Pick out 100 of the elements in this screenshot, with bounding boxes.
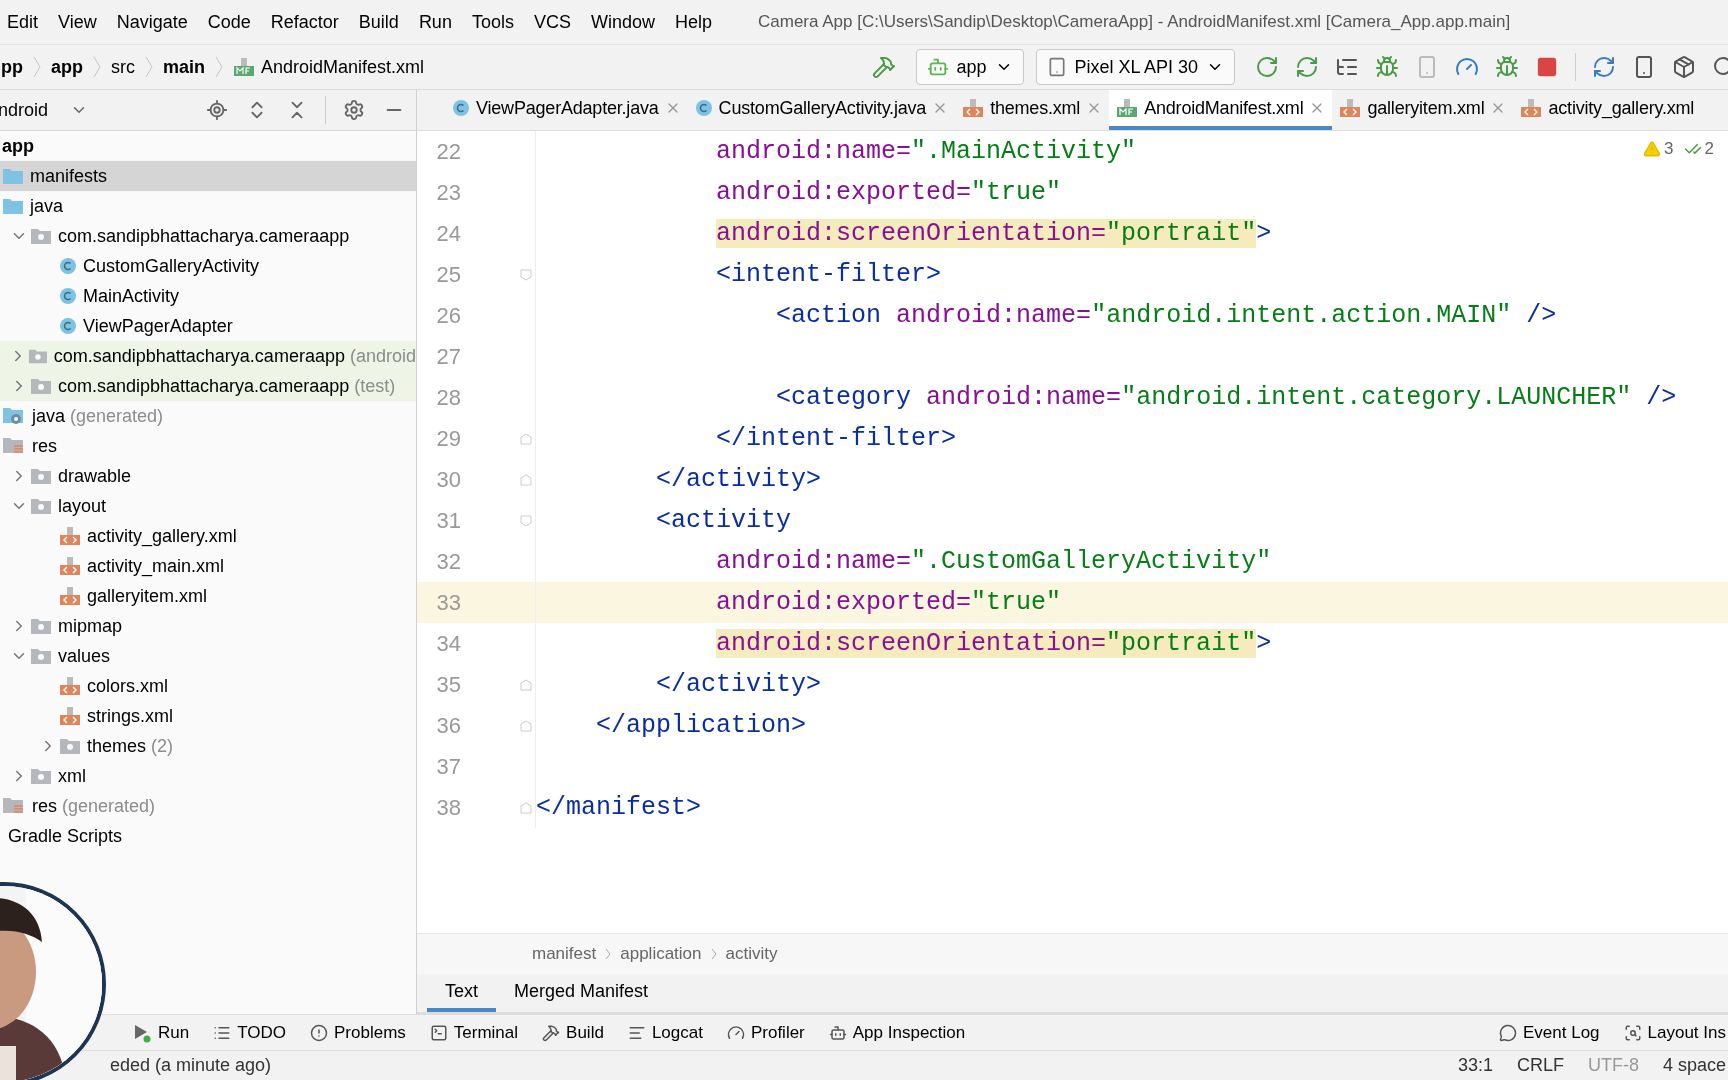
run-config-dropdown[interactable]: app [915, 49, 1024, 85]
tool-window-button[interactable]: Run [120, 1022, 202, 1043]
menu-item[interactable]: Navigate [106, 11, 198, 33]
fold-marker-icon[interactable] [520, 801, 532, 814]
class-icon [452, 99, 470, 117]
code-line: </activity> [655, 670, 822, 699]
tree-item[interactable]: Gradle Scripts [0, 821, 416, 851]
tool-window-button[interactable]: Problems [298, 1022, 418, 1043]
editor-tab[interactable]: CustomGalleryActivity.java [687, 90, 956, 130]
tool-window-button[interactable]: App Inspection [816, 1022, 978, 1043]
menu-item[interactable]: VCS [523, 11, 581, 33]
tool-window-button[interactable]: Terminal [417, 1022, 531, 1043]
editor-tab[interactable]: activity_gallery.xml [1513, 90, 1702, 130]
tree-item[interactable]: values [0, 641, 416, 671]
line-number: 34 [435, 630, 461, 657]
tree-item[interactable]: res [0, 431, 416, 461]
tree-item[interactable]: manifests [0, 161, 416, 191]
code-line: </manifest> [536, 793, 702, 822]
tree-item[interactable]: colors.xml [0, 671, 416, 701]
folder-icon [27, 347, 48, 365]
fold-marker-icon[interactable] [520, 432, 532, 445]
tree-item[interactable]: activity_main.xml [0, 551, 416, 581]
tree-item[interactable]: com.sandipbhattacharya.cameraapp (android [0, 341, 416, 371]
tool-window-button[interactable]: TODO [201, 1022, 298, 1043]
tree-item[interactable]: java (generated) [0, 401, 416, 431]
fold-marker-icon[interactable] [520, 719, 532, 732]
xml-file-icon [59, 526, 81, 546]
class-icon [694, 99, 713, 117]
tree-item[interactable]: activity_gallery.xml [0, 521, 416, 551]
menu-item[interactable]: Help [665, 11, 722, 33]
tree-item[interactable]: com.sandipbhattacharya.cameraapp [0, 221, 416, 251]
fold-marker-icon[interactable] [520, 473, 532, 486]
xml-file-icon [1520, 98, 1543, 118]
breadcrumb-item[interactable]: application [620, 944, 702, 964]
breadcrumb-item[interactable]: AndroidManifest.xml [233, 56, 425, 78]
menu-item[interactable]: View [48, 11, 107, 33]
breadcrumb-item[interactable]: app [51, 56, 83, 78]
tree-item[interactable]: res (generated) [0, 791, 416, 821]
menu-item[interactable]: Build [348, 11, 409, 33]
line-number: 23 [435, 179, 461, 206]
indent-setting[interactable]: 4 space [1662, 1055, 1726, 1076]
xml-file-icon [59, 706, 81, 726]
editor-tab[interactable]: AndroidManifest.xml [1109, 90, 1333, 130]
tool-window-button[interactable]: Build [530, 1022, 616, 1043]
tree-item[interactable]: java [0, 191, 416, 221]
breadcrumb-item[interactable]: main [163, 56, 206, 78]
tree-item[interactable]: com.sandipbhattacharya.cameraapp (test) [0, 371, 416, 401]
breadcrumb-item[interactable]: activity [725, 944, 778, 964]
menu-item[interactable]: Edit [0, 11, 49, 33]
fold-marker-icon[interactable] [520, 268, 532, 281]
robot-icon [926, 56, 949, 78]
tree-item[interactable]: xml [0, 761, 416, 791]
tree-item[interactable]: themes (2) [0, 731, 416, 761]
menu-item[interactable]: Code [197, 11, 261, 33]
robot-icon [828, 1023, 847, 1042]
alert-icon [310, 1023, 328, 1042]
tree-item[interactable]: layout [0, 491, 416, 521]
tree-item[interactable]: ViewPagerAdapter [0, 311, 416, 341]
editor-tab[interactable]: galleryitem.xml [1332, 90, 1514, 130]
code-line: </application> [595, 711, 807, 740]
breadcrumb-item[interactable]: manifest [532, 944, 597, 964]
resource-folder-icon [2, 796, 26, 816]
editor-tab[interactable]: ViewPagerAdapter.java [445, 90, 688, 130]
tree-item[interactable]: galleryitem.xml [0, 581, 416, 611]
menu-item[interactable]: Run [408, 11, 462, 33]
tree-item[interactable]: CustomGalleryActivity [0, 251, 416, 281]
tool-window-button[interactable]: Event Log [1487, 1022, 1612, 1043]
tool-window-button[interactable]: Layout Ins [1611, 1022, 1726, 1043]
project-view-dropdown[interactable]: ndroid [0, 99, 89, 121]
tree-item[interactable]: MainActivity [0, 281, 416, 311]
warning-count[interactable]: 3 [1643, 139, 1674, 159]
menu-item[interactable]: Tools [461, 11, 524, 33]
tree-item[interactable]: mipmap [0, 611, 416, 641]
hammer-icon [542, 1023, 561, 1042]
fold-marker-icon[interactable] [520, 678, 532, 691]
line-number: 24 [435, 220, 461, 247]
editor-mode-tab[interactable]: Merged Manifest [496, 974, 667, 1012]
device-dropdown[interactable]: Pixel XL API 30 [1035, 49, 1235, 85]
magnifier-frame-icon [1623, 1023, 1642, 1042]
menu-item[interactable]: Window [580, 11, 665, 33]
code-line: android:name=".MainActivity" [715, 137, 1137, 166]
editor-tab[interactable]: themes.xml [955, 90, 1110, 130]
code-line: </intent-filter> [715, 424, 957, 453]
tool-window-button[interactable]: Logcat [615, 1022, 715, 1043]
line-separator[interactable]: CRLF [1516, 1055, 1564, 1076]
tree-item[interactable]: drawable [0, 461, 416, 491]
fold-marker-icon[interactable] [520, 514, 532, 527]
tool-window-button[interactable]: Profiler [714, 1022, 817, 1043]
folder-icon [30, 467, 52, 485]
tree-item[interactable]: strings.xml [0, 701, 416, 731]
folder-icon [2, 167, 24, 185]
caret-position[interactable]: 33:1 [1457, 1055, 1493, 1076]
line-number: 37 [435, 753, 461, 780]
check-count[interactable]: 2 [1683, 139, 1714, 159]
menu-item[interactable]: Refactor [260, 11, 349, 33]
breadcrumb-item[interactable]: pp [1, 56, 23, 78]
tree-root-label[interactable]: app [2, 135, 34, 157]
class-icon [59, 317, 77, 335]
breadcrumb-item[interactable]: src [111, 56, 135, 78]
code-line: android:screenOrientation="portrait"> [715, 629, 1272, 658]
